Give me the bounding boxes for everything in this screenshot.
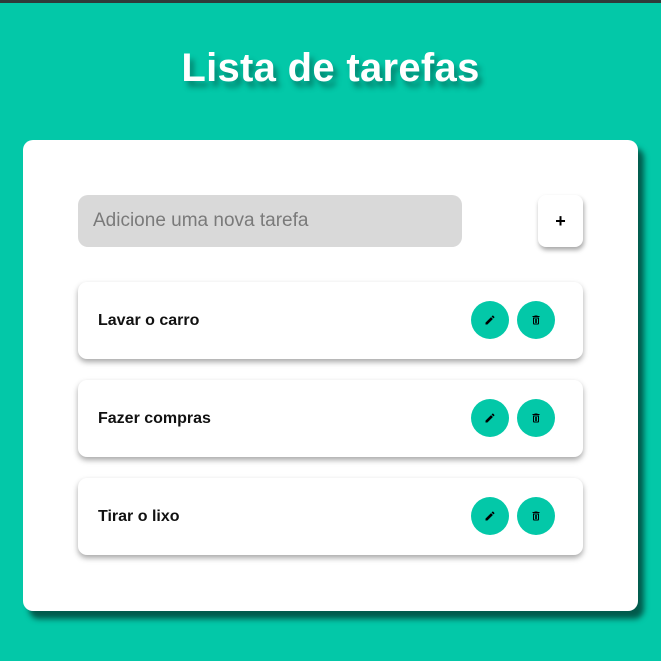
task-label: Tirar o lixo	[98, 507, 180, 525]
task-label: Fazer compras	[98, 409, 211, 427]
delete-task-button[interactable]	[517, 399, 555, 437]
page-title: Lista de tarefas	[181, 46, 480, 90]
pencil-icon	[484, 510, 496, 522]
delete-task-button[interactable]	[517, 301, 555, 339]
task-item: Lavar o carro	[78, 282, 583, 359]
edit-task-button[interactable]	[471, 301, 509, 339]
task-item: Fazer compras	[78, 380, 583, 457]
edit-task-button[interactable]	[471, 497, 509, 535]
trash-icon	[530, 314, 542, 326]
edit-task-button[interactable]	[471, 399, 509, 437]
pencil-icon	[484, 314, 496, 326]
new-task-input[interactable]	[78, 195, 462, 247]
trash-icon	[530, 510, 542, 522]
add-task-button[interactable]: +	[538, 195, 583, 247]
trash-icon	[530, 412, 542, 424]
task-item: Tirar o lixo	[78, 478, 583, 555]
task-actions	[471, 301, 555, 339]
delete-task-button[interactable]	[517, 497, 555, 535]
pencil-icon	[484, 412, 496, 424]
todo-card: + Lavar o carro Fazer compras	[23, 140, 638, 611]
task-actions	[471, 399, 555, 437]
task-actions	[471, 497, 555, 535]
task-label: Lavar o carro	[98, 311, 200, 329]
task-list: Lavar o carro Fazer compras Tirar o lixo	[78, 282, 583, 576]
